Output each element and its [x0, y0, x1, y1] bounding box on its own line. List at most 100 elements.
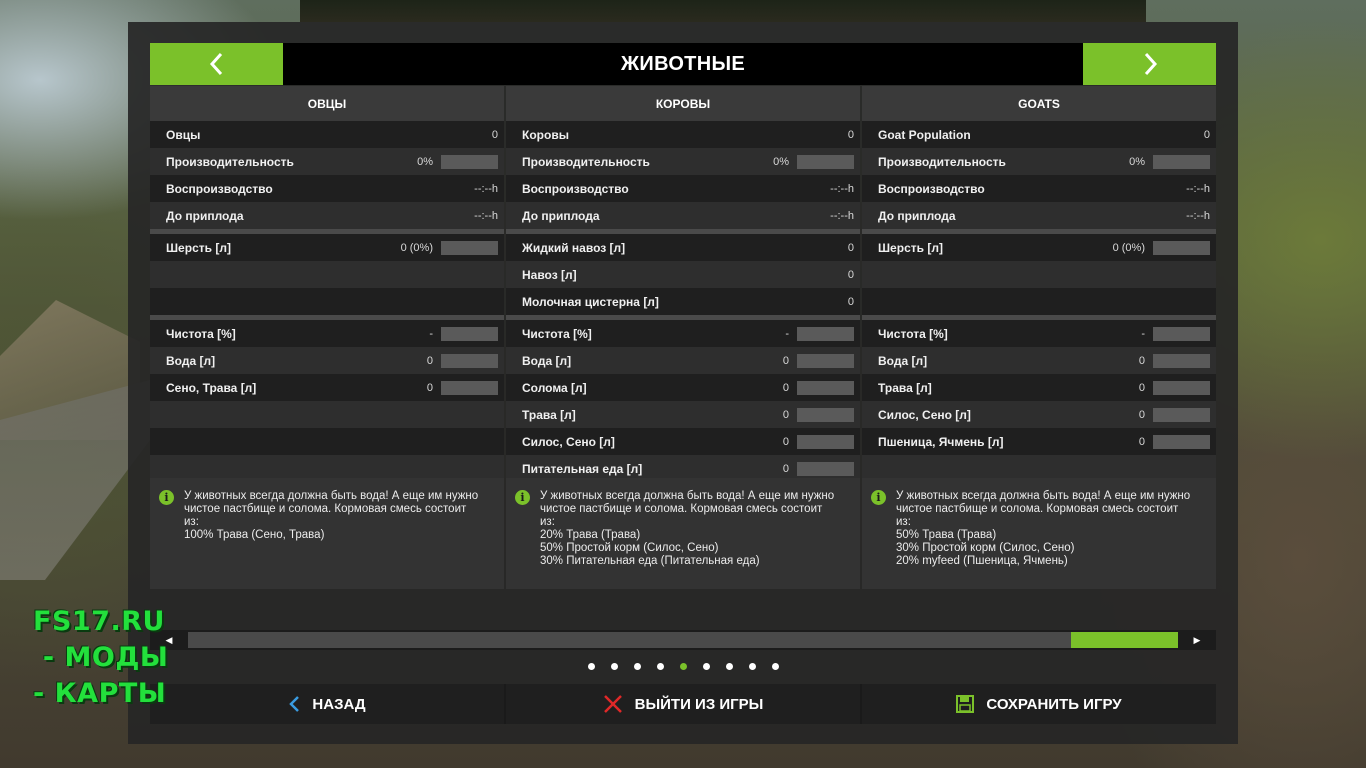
level-bar — [441, 326, 498, 341]
stat-value: 0 — [782, 435, 789, 448]
stat-value: 0 — [1138, 354, 1145, 367]
column-title: КОРОВЫ — [506, 86, 860, 121]
stat-value: 0 — [847, 295, 854, 308]
stat-value: --:--h — [830, 209, 854, 222]
page-dot[interactable] — [656, 662, 664, 670]
stat-label: Воспроизводство — [878, 181, 985, 196]
stat-label: Коровы — [522, 127, 569, 142]
feeding-info-text: У животных всегда должна быть вода! А ещ… — [896, 490, 1191, 567]
feeding-info-text: У животных всегда должна быть вода! А ещ… — [540, 490, 835, 567]
page-dot[interactable] — [587, 662, 595, 670]
page-dot[interactable] — [725, 662, 733, 670]
page-dot[interactable] — [679, 662, 687, 670]
stat-label: Шерсть [л] — [166, 240, 231, 255]
stat-value: 0 — [1138, 408, 1145, 421]
page-indicator — [150, 656, 1216, 676]
stat-row: Коровы 0 — [506, 121, 860, 148]
animal-column: ОВЦЫ Овцы 0 Производительность 0% Воспроизвод… — [150, 86, 504, 589]
chevron-left-icon — [209, 52, 222, 76]
empty-row — [862, 288, 1216, 315]
stat-label: Производительность — [522, 154, 650, 169]
empty-row — [150, 261, 504, 288]
level-bar — [1153, 380, 1210, 395]
level-bar — [1153, 240, 1210, 255]
stat-value: 0 — [782, 408, 789, 421]
next-page-button[interactable] — [1083, 43, 1216, 85]
animal-columns: ОВЦЫ Овцы 0 Производительность 0% Воспроизвод… — [150, 86, 1216, 589]
stat-label: Воспроизводство — [166, 181, 273, 196]
stat-row: Чистота [%] - — [150, 320, 504, 347]
page-dot[interactable] — [633, 662, 641, 670]
stat-label: Вода [л] — [522, 353, 572, 368]
stat-value: --:--h — [830, 182, 854, 195]
stat-label: Жидкий навоз [л] — [522, 240, 626, 255]
chevron-right-icon — [1144, 52, 1157, 76]
stat-value: 0 (0%) — [400, 241, 433, 254]
quit-game-button-label: ВЫЙТИ ИЗ ИГРЫ — [634, 695, 764, 713]
stat-row: Вода [л] 0 — [506, 347, 860, 374]
stat-label: Вода [л] — [166, 353, 216, 368]
page-title: ЖИВОТНЫЕ — [621, 52, 745, 75]
empty-row — [862, 261, 1216, 288]
level-bar — [797, 461, 854, 476]
save-game-button[interactable]: СОХРАНИТЬ ИГРУ — [862, 684, 1216, 724]
animal-column: GOATS Goat Population 0 Производительность 0… — [862, 86, 1216, 589]
scrollbar-thumb[interactable] — [1071, 632, 1178, 648]
stat-row: Воспроизводство --:--h — [862, 175, 1216, 202]
save-icon — [956, 695, 975, 713]
stat-value: 0 — [491, 128, 498, 141]
feeding-info: i У животных всегда должна быть вода! А е… — [862, 478, 1216, 589]
stat-value: 0 — [1138, 435, 1145, 448]
level-bar — [1153, 407, 1210, 422]
stat-row: Трава [л] 0 — [506, 401, 860, 428]
stat-row: Шерсть [л] 0 (0%) — [862, 234, 1216, 261]
stat-row: Чистота [%] - — [506, 320, 860, 347]
stat-label: Пшеница, Ячмень [л] — [878, 434, 1004, 449]
page-dot[interactable] — [771, 662, 779, 670]
stat-row: До приплода --:--h — [862, 202, 1216, 229]
stat-value: 0 — [782, 462, 789, 475]
stat-value: 0% — [1129, 155, 1145, 168]
stat-label: Молочная цистерна [л] — [522, 294, 659, 309]
stat-label: Питательная еда [л] — [522, 461, 643, 476]
feeding-info: i У животных всегда должна быть вода! А е… — [506, 478, 860, 589]
scrollbar-track[interactable] — [188, 632, 1178, 648]
stat-row: До приплода --:--h — [506, 202, 860, 229]
stat-value: 0 — [847, 241, 854, 254]
stat-row: До приплода --:--h — [150, 202, 504, 229]
stat-label: Силос, Сено [л] — [878, 407, 971, 422]
page-dot[interactable] — [702, 662, 710, 670]
stat-row: Сено, Трава [л] 0 — [150, 374, 504, 401]
background-top-strip — [300, 0, 1146, 22]
stat-label: Солома [л] — [522, 380, 587, 395]
scroll-right-icon[interactable]: ▶ — [1178, 630, 1216, 650]
back-arrow-icon — [288, 695, 300, 713]
stat-label: До приплода — [878, 208, 956, 223]
level-bar — [797, 434, 854, 449]
column-title: ОВЦЫ — [150, 86, 504, 121]
level-bar — [441, 353, 498, 368]
stat-value: 0 — [847, 268, 854, 281]
stat-value: 0 (0%) — [1112, 241, 1145, 254]
stat-value: 0 — [1203, 128, 1210, 141]
level-bar — [797, 353, 854, 368]
level-bar — [441, 240, 498, 255]
stat-value: 0 — [426, 381, 433, 394]
prev-page-button[interactable] — [150, 43, 283, 85]
stat-row: Воспроизводство --:--h — [150, 175, 504, 202]
page-dot[interactable] — [748, 662, 756, 670]
stat-value: 0 — [782, 381, 789, 394]
bottom-bar: НАЗАД ВЫЙТИ ИЗ ИГРЫ СОХРАНИТЬ ИГРУ — [150, 684, 1216, 724]
stat-value: 0 — [847, 128, 854, 141]
info-icon: i — [871, 490, 886, 505]
stat-label: Шерсть [л] — [878, 240, 943, 255]
quit-game-button[interactable]: ВЫЙТИ ИЗ ИГРЫ — [506, 684, 860, 724]
page-dot[interactable] — [610, 662, 618, 670]
horizontal-scrollbar[interactable]: ◀ ▶ — [150, 630, 1216, 650]
close-icon — [603, 694, 623, 714]
stat-label: Сено, Трава [л] — [166, 380, 257, 395]
stat-value: 0 — [426, 354, 433, 367]
stat-row: Молочная цистерна [л] 0 — [506, 288, 860, 315]
level-bar — [1153, 434, 1210, 449]
back-button[interactable]: НАЗАД — [150, 684, 504, 724]
